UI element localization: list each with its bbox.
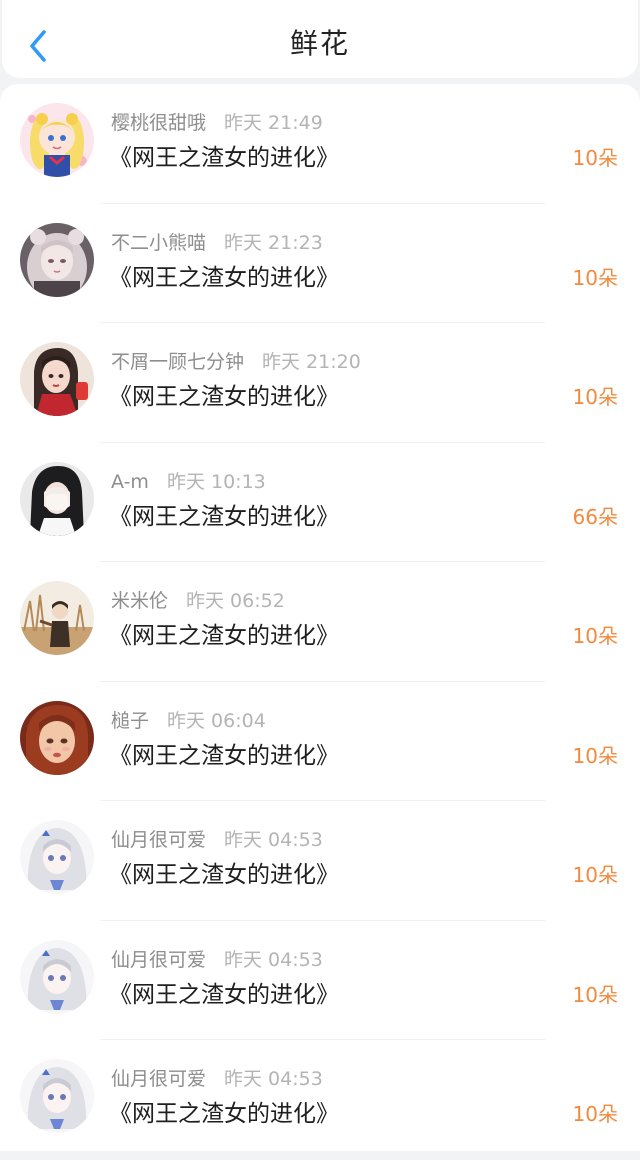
sailor-moon-avatar[interactable] xyxy=(20,103,94,177)
username[interactable]: 不二小熊喵 xyxy=(111,232,206,254)
timestamp: 昨天 21:20 xyxy=(262,351,361,373)
username[interactable]: 樱桃很甜哦 xyxy=(111,112,206,134)
timestamp: 昨天 10:13 xyxy=(166,470,266,493)
list-item[interactable]: 樱桃很甜哦 昨天 21:49 《网王之渣女的进化》 10朵 xyxy=(0,84,640,204)
timestamp: 昨天 21:49 xyxy=(224,112,323,134)
book-title[interactable]: 《网王之渣女的进化》 xyxy=(109,142,339,174)
painted-girl-avatar[interactable] xyxy=(20,700,94,775)
top-bar: 鲜花 xyxy=(2,0,638,78)
flower-count: 66朵 xyxy=(572,504,618,529)
anime-girl-avatar[interactable] xyxy=(20,939,94,1014)
page-title: 鲜花 xyxy=(289,27,350,60)
flower-count: 10朵 xyxy=(572,863,618,887)
flower-count: 10朵 xyxy=(572,265,618,290)
flower-count: 10朵 xyxy=(572,624,618,648)
list-item[interactable]: A-m 昨天 10:13 《网王之渣女的进化》 66朵 xyxy=(0,443,640,562)
list-item[interactable]: 不屑一顾七分钟 昨天 21:20 《网王之渣女的进化》 10朵 xyxy=(0,323,640,443)
list-item[interactable]: 仙月很可爱 昨天 04:53 《网王之渣女的进化》 10朵 xyxy=(0,801,640,921)
anime-girl-avatar[interactable] xyxy=(20,1059,94,1133)
anime-girl-avatar[interactable] xyxy=(20,820,94,894)
list-item[interactable]: 仙月很可爱 昨天 04:53 《网王之渣女的进化》 10朵 xyxy=(0,1040,640,1160)
list-item[interactable]: 米米伦 昨天 06:52 《网王之渣女的进化》 10朵 xyxy=(0,562,640,682)
username[interactable]: 槌子 xyxy=(111,710,149,732)
username[interactable]: 米米伦 xyxy=(111,590,168,612)
book-title[interactable]: 《网王之渣女的进化》 xyxy=(109,979,339,1011)
book-title[interactable]: 《网王之渣女的进化》 xyxy=(109,501,339,533)
book-title[interactable]: 《网王之渣女的进化》 xyxy=(109,262,339,294)
flower-count: 10朵 xyxy=(572,146,618,170)
list-item[interactable]: 不二小熊喵 昨天 21:23 《网王之渣女的进化》 10朵 xyxy=(0,204,640,323)
book-title[interactable]: 《网王之渣女的进化》 xyxy=(109,381,339,413)
timestamp: 昨天 21:23 xyxy=(224,231,323,254)
book-title[interactable]: 《网王之渣女的进化》 xyxy=(109,859,339,891)
girl-red-dress-avatar[interactable] xyxy=(20,342,94,416)
girl-covering-face-avatar[interactable] xyxy=(20,461,94,536)
flower-count: 10朵 xyxy=(572,385,618,409)
list-item[interactable]: 仙月很可爱 昨天 04:53 《网王之渣女的进化》 10朵 xyxy=(0,921,640,1040)
flower-count: 10朵 xyxy=(572,743,618,768)
username[interactable]: 仙月很可爱 xyxy=(111,1068,206,1090)
timestamp: 昨天 06:04 xyxy=(167,709,266,732)
username[interactable]: 不屑一顾七分钟 xyxy=(111,351,244,373)
username[interactable]: 仙月很可爱 xyxy=(111,829,206,851)
timestamp: 昨天 04:53 xyxy=(224,1068,323,1090)
flower-count: 10朵 xyxy=(572,982,618,1007)
timestamp: 昨天 06:52 xyxy=(186,590,285,612)
book-title[interactable]: 《网王之渣女的进化》 xyxy=(109,620,339,652)
timestamp: 昨天 04:53 xyxy=(224,829,323,851)
book-title[interactable]: 《网王之渣女的进化》 xyxy=(109,740,339,772)
username[interactable]: A-m xyxy=(111,471,149,493)
field-boy-avatar[interactable] xyxy=(20,581,94,655)
book-title[interactable]: 《网王之渣女的进化》 xyxy=(109,1098,339,1130)
username[interactable]: 仙月很可爱 xyxy=(111,949,206,971)
flower-record-list: 樱桃很甜哦 昨天 21:49 《网王之渣女的进化》 10朵 不二小熊喵 昨天 21:… xyxy=(0,84,640,1151)
flower-count: 10朵 xyxy=(572,1102,618,1126)
list-item[interactable]: 槌子 昨天 06:04 《网王之渣女的进化》 10朵 xyxy=(0,682,640,801)
timestamp: 昨天 04:53 xyxy=(224,948,323,971)
pale-girl-avatar[interactable] xyxy=(20,222,94,297)
